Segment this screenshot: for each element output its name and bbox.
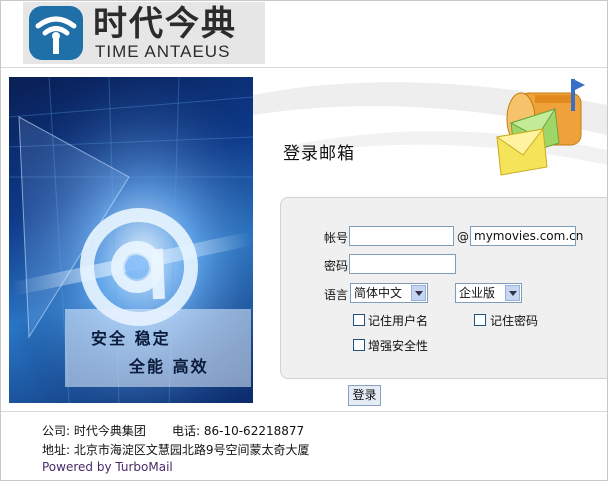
domain-input[interactable]: mymovies.com.cn bbox=[470, 226, 583, 246]
slogan-line-2: 全能 高效 bbox=[129, 357, 209, 376]
login-button[interactable]: 登录 bbox=[348, 385, 381, 406]
password-label: 密码 bbox=[324, 259, 349, 273]
edition-select-value: 企业版 bbox=[459, 286, 496, 300]
account-label: 帐号 bbox=[324, 231, 349, 245]
footer-divider bbox=[1, 411, 607, 412]
remember-user-label: 记住用户名 bbox=[368, 314, 429, 328]
logo-icon bbox=[29, 6, 83, 60]
mailbox-icon bbox=[495, 79, 585, 176]
chevron-down-icon[interactable] bbox=[411, 285, 426, 301]
login-title: 登录邮箱 bbox=[283, 144, 355, 164]
footer-address: 地址: 北京市海淀区文慧园北路9号空间蒙太奇大厦 bbox=[42, 443, 310, 457]
remember-password-label: 记住密码 bbox=[490, 314, 539, 328]
language-label: 语言 bbox=[324, 288, 349, 302]
password-input[interactable] bbox=[349, 254, 456, 274]
header-divider bbox=[1, 67, 607, 68]
enhanced-security-label: 增强安全性 bbox=[368, 339, 429, 353]
footer-phone: 电话: 86-10-62218877 bbox=[172, 424, 305, 438]
footer-powered-by[interactable]: Powered by TurboMail bbox=[42, 460, 173, 474]
brand-logo: 时代今典 TIME ANTAEUS bbox=[23, 2, 265, 64]
brand-name-cn: 时代今典 bbox=[93, 4, 237, 44]
account-input[interactable] bbox=[349, 226, 454, 246]
footer-company: 公司: 时代今典集团 bbox=[42, 424, 146, 438]
hero-image: 安全 稳定 全能 高效 bbox=[9, 77, 253, 403]
slogan-line-1: 安全 稳定 bbox=[91, 329, 171, 348]
remember-password-checkbox[interactable] bbox=[474, 314, 486, 326]
language-select[interactable]: 简体中文 bbox=[350, 283, 428, 303]
language-select-value: 简体中文 bbox=[354, 286, 403, 300]
brand-name-en: TIME ANTAEUS bbox=[95, 42, 231, 61]
login-page: 时代今典 TIME ANTAEUS 安全 稳定 全能 高效 登录邮箱 帐号 @ … bbox=[0, 0, 608, 481]
enhanced-security-checkbox[interactable] bbox=[353, 339, 365, 351]
edition-select[interactable]: 企业版 bbox=[455, 283, 522, 303]
chevron-down-icon[interactable] bbox=[505, 285, 520, 301]
at-sign: @ bbox=[457, 230, 469, 244]
remember-user-checkbox[interactable] bbox=[353, 314, 365, 326]
